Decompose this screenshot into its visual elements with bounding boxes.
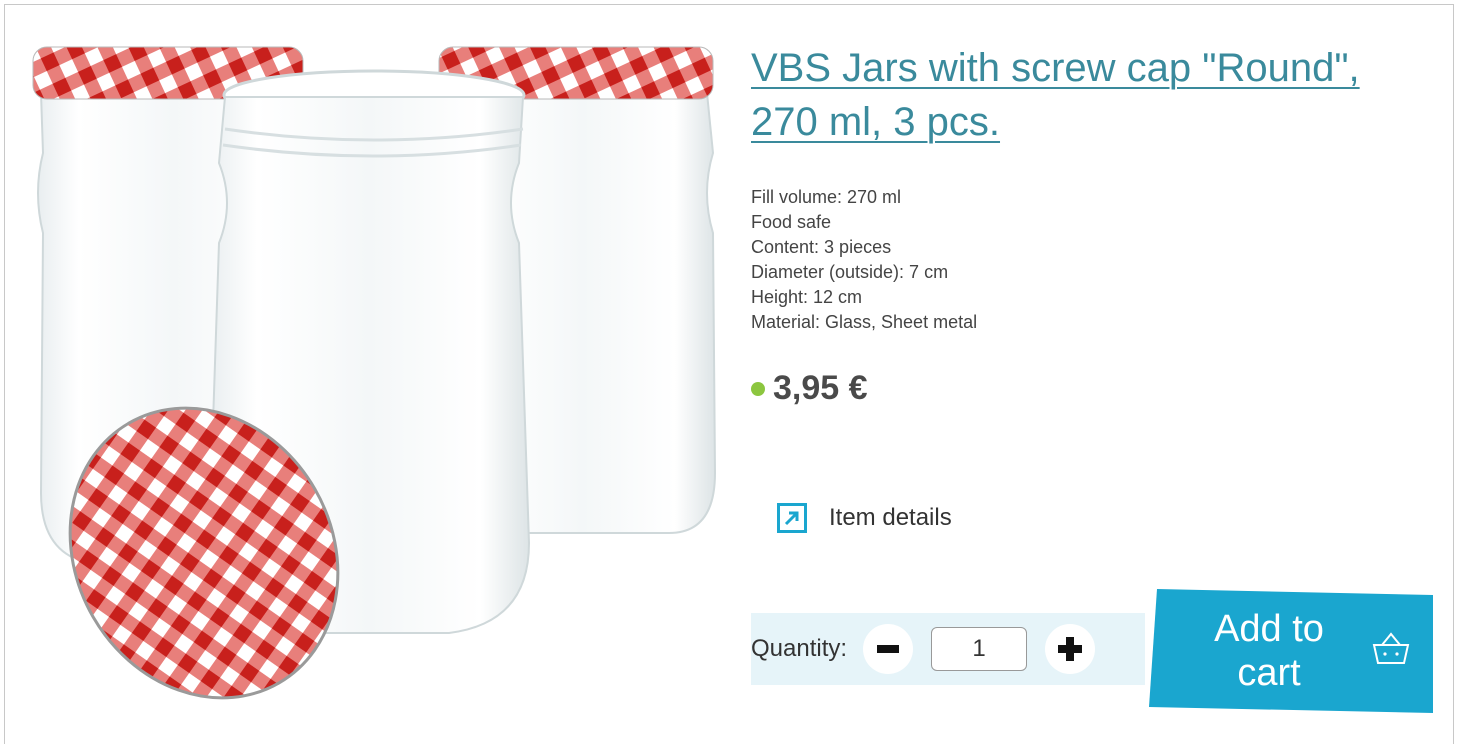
increase-quantity-button[interactable] — [1045, 624, 1096, 674]
plus-icon — [1058, 637, 1083, 661]
quantity-label: Quantity: — [751, 635, 848, 662]
spec-item: Content: 3 pieces — [751, 237, 892, 257]
add-to-cart-label: Add to cart — [1214, 608, 1324, 694]
spec-list: Fill volume: 270 ml Food safe Content: 3… — [751, 185, 1431, 335]
decrease-quantity-button[interactable] — [863, 624, 914, 674]
quantity-input[interactable] — [931, 627, 1028, 671]
add-to-cart-button[interactable]: Add to cart — [1149, 589, 1433, 713]
quantity-panel: Quantity: — [751, 613, 1145, 685]
item-details-label: Item details — [829, 504, 952, 531]
minus-icon — [877, 645, 900, 653]
item-details-link[interactable]: Item details — [777, 503, 952, 533]
spec-item: Height: 12 cm — [751, 287, 863, 307]
product-card: VBS Jars with screw cap "Round", 270 ml,… — [4, 4, 1454, 744]
external-link-icon — [777, 503, 807, 533]
spec-item: Material: Glass, Sheet metal — [751, 312, 978, 332]
price: 3,95 € — [773, 369, 868, 407]
spec-item: Fill volume: 270 ml — [751, 187, 902, 207]
price-row: 3,95 € — [751, 369, 1431, 408]
spec-item: Food safe — [751, 212, 832, 232]
product-image[interactable] — [29, 33, 729, 723]
product-info: VBS Jars with screw cap "Round", 270 ml,… — [751, 41, 1433, 713]
basket-icon — [1372, 632, 1410, 664]
availability-dot — [751, 381, 765, 396]
product-title[interactable]: VBS Jars with screw cap "Round", 270 ml,… — [751, 41, 1431, 149]
spec-item: Diameter (outside): 7 cm — [751, 262, 949, 282]
